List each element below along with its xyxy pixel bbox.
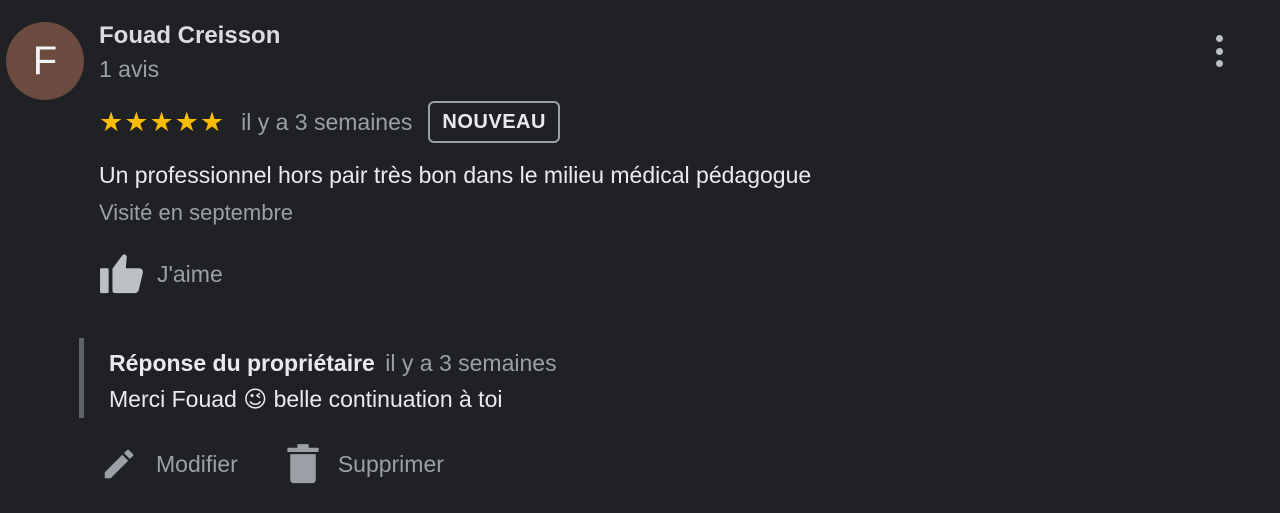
review-time: il y a 3 semaines (241, 108, 413, 135)
star-icon: ★ (199, 106, 225, 138)
like-button[interactable]: J'aime (99, 252, 223, 296)
pencil-icon (104, 449, 134, 479)
star-icon: ★ (149, 106, 174, 138)
star-icon: ★ (174, 106, 199, 138)
edit-button[interactable]: Modifier (100, 445, 238, 483)
owner-reply-title: Réponse du propriétaire (109, 350, 375, 376)
star-icon: ★ (124, 106, 149, 138)
review-count: 1 avis (99, 56, 160, 82)
owner-reply-header: Réponse du propriétaire il y a 3 semaine… (109, 350, 557, 377)
more-options-button[interactable] (1204, 32, 1234, 70)
edit-label: Modifier (156, 450, 238, 477)
author-name[interactable]: Fouad Creisson (99, 22, 280, 50)
reply-actions: Modifier Supprimer (100, 440, 492, 488)
new-badge: NOUVEAU (428, 101, 560, 143)
review-card: F Fouad Creisson 1 avis ★ ★ ★ ★ ★ il y a 3 s… (0, 0, 1280, 513)
more-vert-icon (1215, 35, 1223, 42)
delete-button[interactable]: Supprimer (286, 444, 444, 484)
trash-icon (287, 444, 319, 484)
owner-reply-time: il y a 3 semaines (385, 350, 557, 376)
thumb-up-icon (100, 254, 143, 294)
avatar[interactable]: F (6, 22, 84, 100)
review-meta: ★ ★ ★ ★ ★ il y a 3 semaines NOUVEAU (99, 100, 560, 144)
owner-reply: Réponse du propriétaire il y a 3 semaine… (79, 338, 779, 418)
owner-reply-text: Merci Fouad 😉 belle continuation à toi (109, 386, 503, 412)
delete-label: Supprimer (337, 450, 444, 477)
star-icon: ★ (99, 106, 124, 138)
star-rating: ★ ★ ★ ★ ★ (99, 109, 225, 136)
like-label: J'aime (157, 260, 223, 287)
review-text: Un professionnel hors pair très bon dans… (99, 162, 812, 188)
avatar-initial: F (32, 38, 58, 83)
visit-date: Visité en septembre (99, 200, 294, 225)
